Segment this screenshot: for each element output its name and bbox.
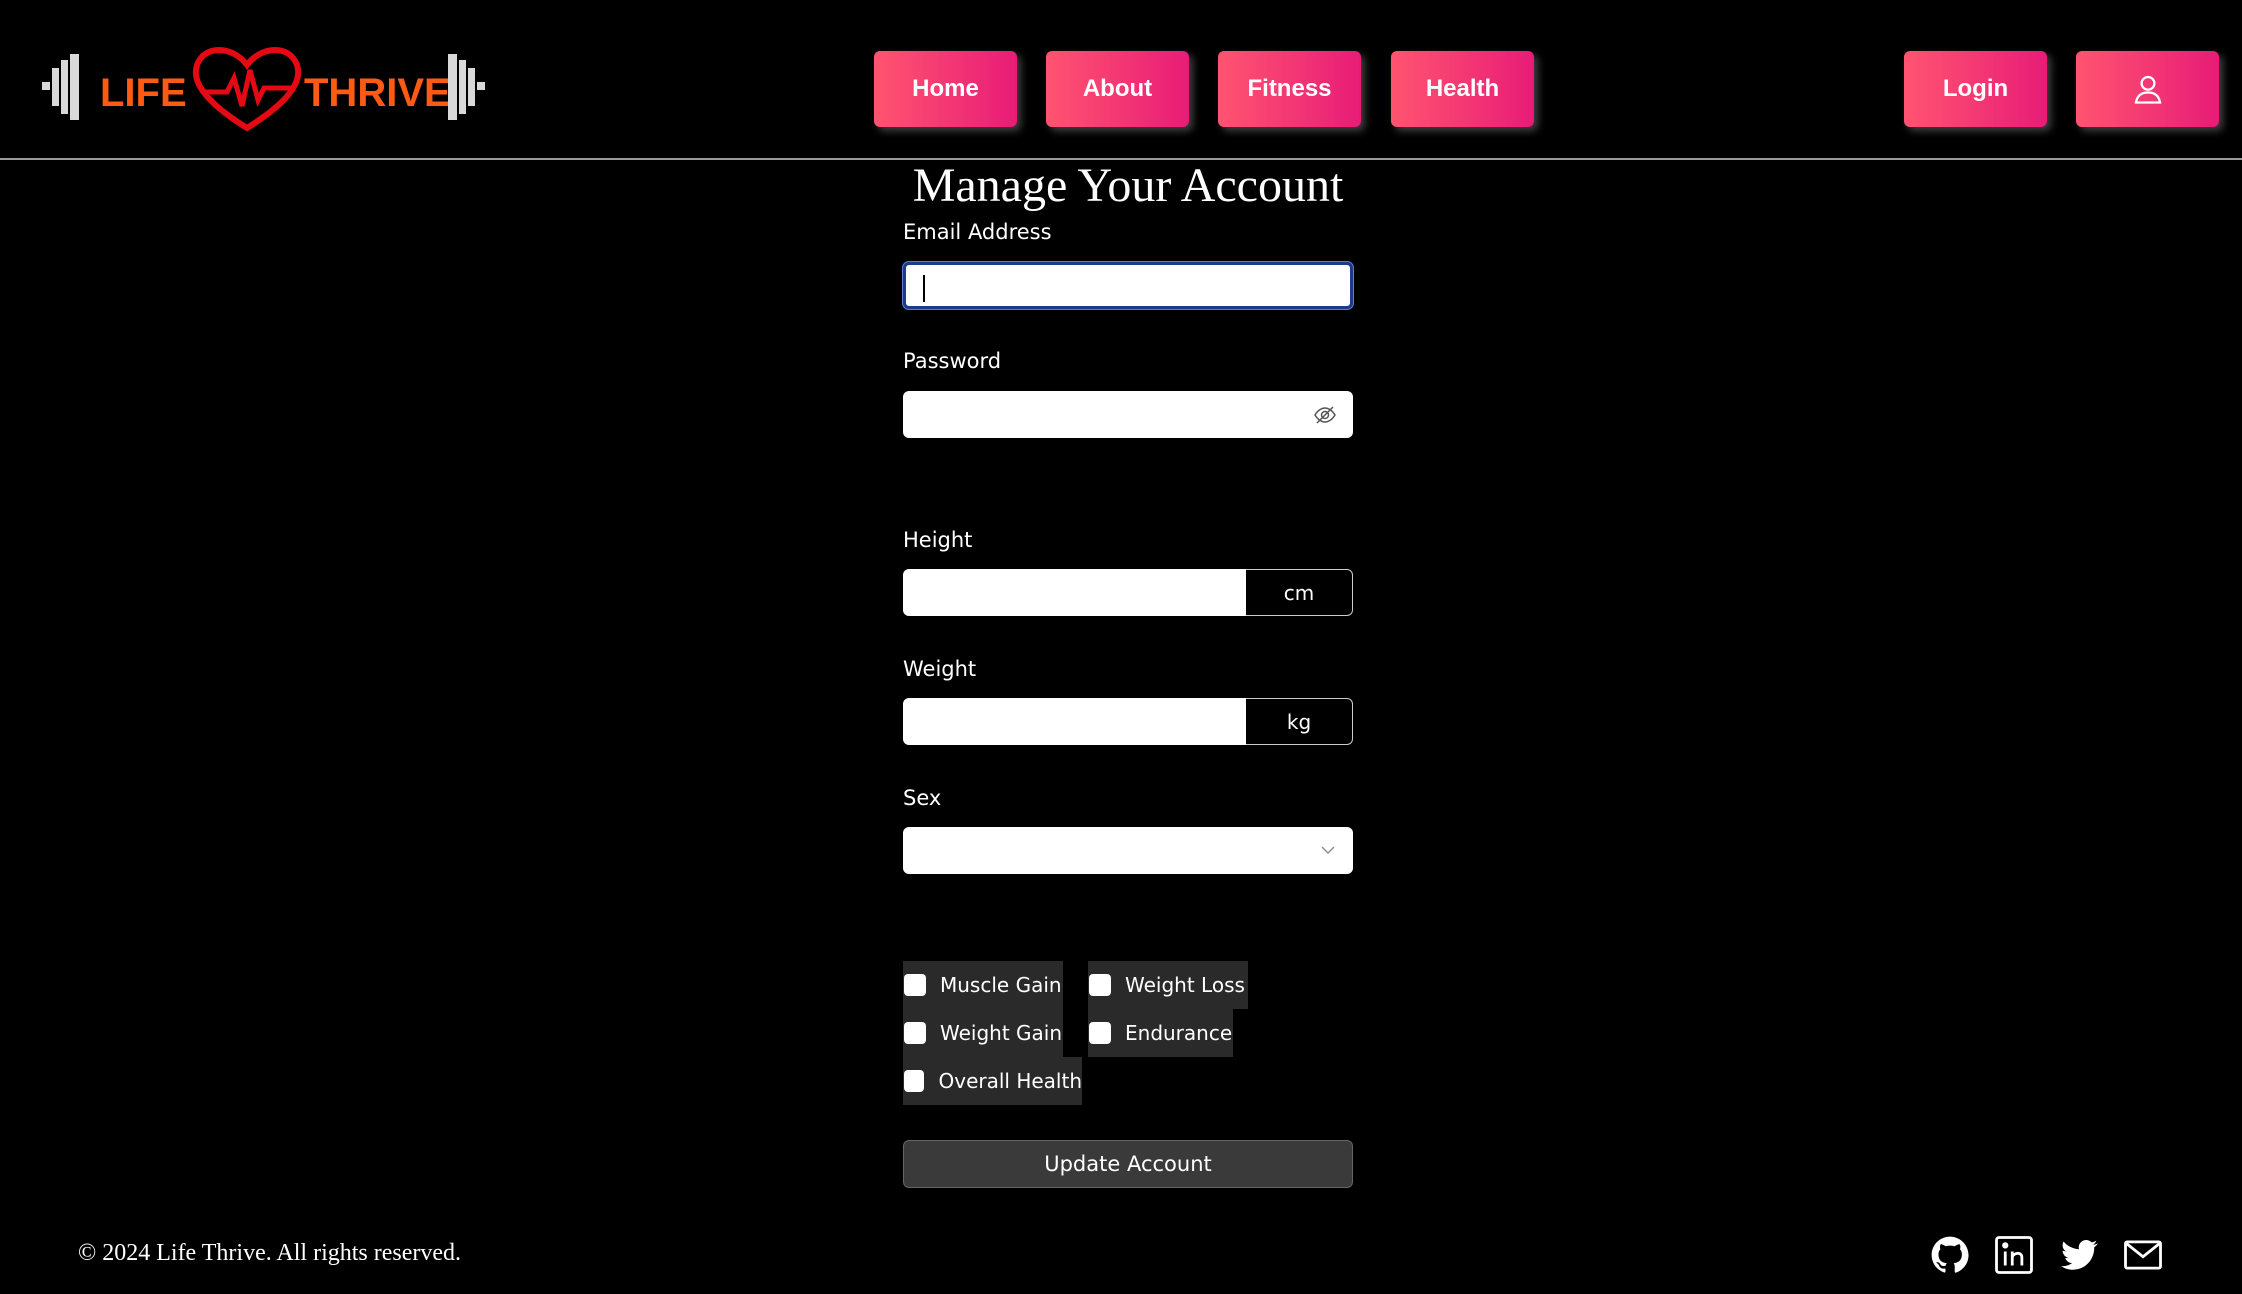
user-icon (2134, 75, 2161, 104)
nav-fitness-button[interactable]: Fitness (1218, 51, 1361, 127)
mail-icon[interactable] (2122, 1234, 2164, 1276)
goal-overall-health-checkbox[interactable]: Overall Health (903, 1057, 1082, 1105)
nav-about-button[interactable]: About (1046, 51, 1189, 127)
logo-text-thrive: THRIVE (304, 71, 451, 115)
password-label: Password (903, 349, 1002, 373)
page-title: Manage Your Account (912, 159, 1344, 212)
checkbox-box[interactable] (1089, 1022, 1111, 1044)
login-button[interactable]: Login (1904, 51, 2047, 127)
weight-input[interactable] (903, 698, 1246, 745)
height-input[interactable] (903, 569, 1246, 616)
goal-label: Overall Health (938, 1069, 1082, 1093)
goal-muscle-gain-checkbox[interactable]: Muscle Gain (903, 961, 1063, 1009)
eye-slash-icon[interactable] (1313, 403, 1337, 427)
password-field[interactable] (903, 391, 1353, 438)
checkbox-box[interactable] (1089, 974, 1111, 996)
chevron-down-icon (1321, 846, 1335, 854)
height-unit: cm (1246, 569, 1353, 616)
goal-label: Weight Gain (940, 1021, 1063, 1045)
checkbox-box[interactable] (904, 1022, 926, 1044)
goal-label: Endurance (1125, 1021, 1233, 1045)
nav-home-button[interactable]: Home (874, 51, 1017, 127)
sex-select[interactable] (903, 827, 1353, 874)
goal-weight-gain-checkbox[interactable]: Weight Gain (903, 1009, 1063, 1057)
sex-label: Sex (903, 786, 942, 810)
text-caret (923, 275, 925, 302)
twitter-icon[interactable] (2058, 1234, 2100, 1276)
user-profile-button[interactable] (2076, 51, 2219, 127)
weight-unit: kg (1246, 698, 1353, 745)
email-label: Email Address (903, 220, 1052, 244)
linkedin-icon[interactable] (1993, 1234, 2035, 1276)
goal-endurance-checkbox[interactable]: Endurance (1088, 1009, 1233, 1057)
github-icon[interactable] (1929, 1234, 1971, 1276)
life-thrive-logo[interactable]: LIFE THRIVE (42, 40, 496, 136)
height-label: Height (903, 528, 973, 552)
site-header: LIFE THRIVE Home About Fitness Health Lo… (0, 0, 2242, 160)
goal-label: Muscle Gain (940, 973, 1062, 997)
nav-health-button[interactable]: Health (1391, 51, 1534, 127)
update-account-button[interactable]: Update Account (903, 1140, 1353, 1188)
checkbox-box[interactable] (904, 1070, 925, 1092)
logo-text-life: LIFE (100, 71, 187, 115)
copyright-text: © 2024 Life Thrive. All rights reserved. (78, 1240, 462, 1266)
email-field[interactable] (903, 262, 1353, 309)
goal-label: Weight Loss (1125, 973, 1245, 997)
weight-label: Weight (903, 657, 977, 681)
goal-weight-loss-checkbox[interactable]: Weight Loss (1088, 961, 1248, 1009)
checkbox-box[interactable] (904, 974, 926, 996)
